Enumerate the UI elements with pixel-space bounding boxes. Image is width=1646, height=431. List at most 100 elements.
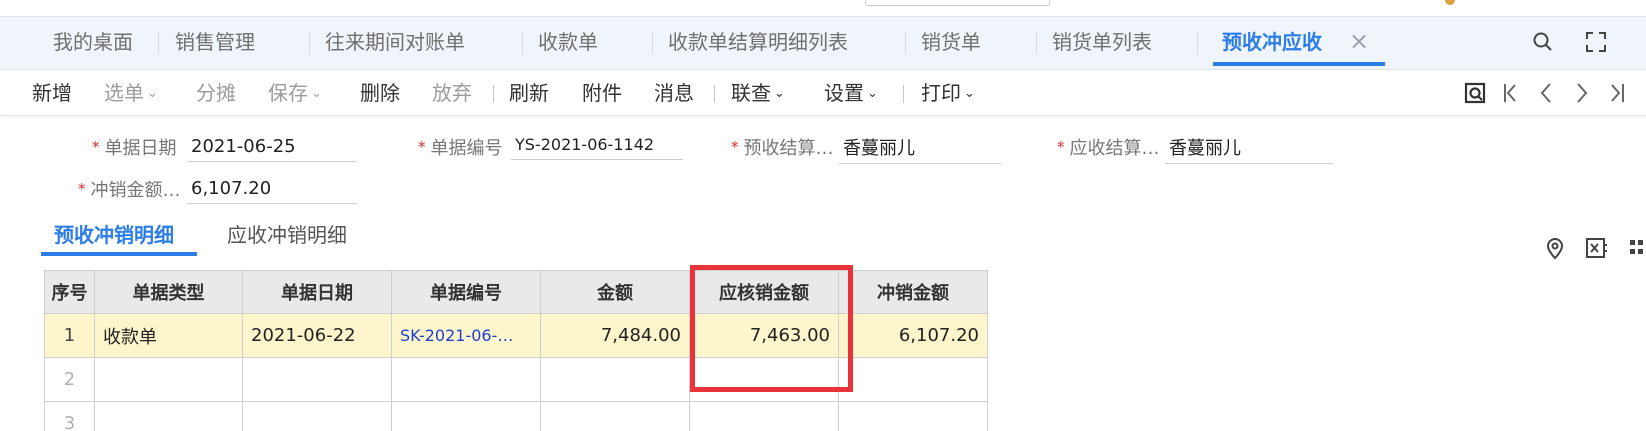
active-subtab-indicator — [41, 252, 197, 256]
tab-close-icon[interactable]: × — [1349, 27, 1369, 55]
grid-header-row: 序号 单据类型 单据日期 单据编号 金额 应核销金额 冲销金额 — [44, 270, 988, 314]
doc-no-link[interactable]: SK-2021-06-… — [391, 313, 541, 358]
column-header-doc-date[interactable]: 单据日期 — [242, 270, 392, 314]
row-index: 2 — [44, 357, 95, 402]
save-button[interactable]: 保存 ⌄ — [268, 80, 322, 107]
tab-receipt[interactable]: 收款单 — [538, 29, 598, 55]
delete-button[interactable]: 删除 — [360, 80, 400, 106]
required-mark: * — [78, 180, 86, 198]
linked-query-button[interactable]: 联查 ⌄ — [731, 80, 785, 107]
required-mark: * — [92, 138, 100, 156]
tab-prepay-writeoff-detail[interactable]: 预收冲销明细 — [54, 222, 174, 248]
writeoff-amount-field[interactable]: 6,107.20 — [187, 174, 357, 204]
receivable-settle-field[interactable]: 香蔓丽儿 — [1165, 134, 1333, 164]
doc-no-field[interactable]: YS-2021-06-1142 — [511, 130, 683, 160]
doc-no-label-text: 单据编号 — [430, 138, 503, 159]
next-record-icon[interactable] — [1573, 81, 1591, 109]
row-index: 1 — [44, 313, 95, 358]
print-button[interactable]: 打印 ⌄ — [921, 80, 975, 107]
column-header-doc-type[interactable]: 单据类型 — [94, 270, 243, 314]
amount-cell[interactable] — [540, 357, 690, 402]
table-row[interactable]: 1 收款单 2021-06-22 SK-2021-06-… 7,484.00 7… — [44, 313, 988, 358]
discard-button[interactable]: 放弃 — [432, 80, 472, 106]
due-writeoff-cell[interactable] — [689, 357, 839, 402]
column-header-doc-no[interactable]: 单据编号 — [391, 270, 541, 314]
attachment-button[interactable]: 附件 — [582, 80, 622, 106]
tab-sales-delivery-list[interactable]: 销货单列表 — [1052, 29, 1152, 55]
global-search-box[interactable] — [865, 0, 1050, 6]
doc-no-cell[interactable] — [391, 357, 541, 402]
last-record-icon[interactable] — [1608, 81, 1626, 109]
column-header-amount[interactable]: 金额 — [540, 270, 690, 314]
location-pin-icon[interactable] — [1545, 236, 1565, 264]
tab-separator — [158, 32, 159, 54]
required-mark: * — [1057, 138, 1065, 156]
amount-cell[interactable]: 7,484.00 — [540, 313, 690, 358]
previous-record-icon[interactable] — [1537, 81, 1555, 109]
tab-separator — [522, 32, 523, 54]
doc-type-cell[interactable] — [94, 357, 243, 402]
chevron-down-icon: ⌄ — [867, 86, 878, 101]
tab-receivable-writeoff-detail[interactable]: 应收冲销明细 — [227, 222, 347, 248]
table-row[interactable]: 3 — [44, 401, 988, 431]
tab-my-desktop[interactable]: 我的桌面 — [53, 29, 133, 55]
tab-sales-delivery[interactable]: 销货单 — [921, 29, 981, 55]
prepay-settle-field[interactable]: 香蔓丽儿 — [839, 134, 1001, 164]
fullscreen-icon[interactable] — [1585, 31, 1607, 57]
column-settings-icon[interactable] — [1628, 236, 1646, 264]
print-label: 打印 — [921, 81, 961, 105]
chevron-down-icon: ⌄ — [774, 86, 785, 101]
tab-sales-management[interactable]: 销售管理 — [175, 29, 255, 55]
doc-date-cell[interactable] — [242, 357, 392, 402]
doc-no-cell[interactable] — [391, 401, 541, 431]
tab-receipt-settlement-list[interactable]: 收款单结算明细列表 — [668, 29, 848, 55]
top-strip — [0, 0, 1646, 16]
toolbar-separator — [714, 85, 715, 103]
tab-separator — [652, 32, 653, 54]
settings-button[interactable]: 设置 ⌄ — [824, 80, 878, 107]
amount-cell[interactable] — [540, 401, 690, 431]
column-header-writeoff[interactable]: 冲销金额 — [838, 270, 988, 314]
allocate-button[interactable]: 分摊 — [196, 80, 236, 106]
tab-separator — [1036, 32, 1037, 54]
column-header-due-writeoff[interactable]: 应核销金额 — [689, 270, 839, 314]
tab-separator — [1197, 32, 1198, 54]
tab-bar: 我的桌面 销售管理 往来期间对账单 收款单 收款单结算明细列表 销货单 销货单列… — [0, 16, 1646, 70]
select-order-button[interactable]: 选单 ⌄ — [104, 80, 158, 107]
prepay-settle-label-text: 预收结算… — [743, 138, 834, 159]
toolbar: 新增 选单 ⌄ 分摊 保存 ⌄ 删除 放弃 刷新 附件 消息 联查 ⌄ 设置 ⌄ 打印 ⌄ — [0, 70, 1646, 116]
receivable-settle-label: * 应收结算… — [1057, 135, 1160, 161]
due-writeoff-cell[interactable] — [689, 401, 839, 431]
linked-query-label: 联查 — [731, 81, 771, 105]
writeoff-cell[interactable]: 6,107.20 — [838, 313, 988, 358]
preview-icon[interactable] — [1462, 81, 1488, 109]
tab-period-statement[interactable]: 往来期间对账单 — [325, 29, 465, 55]
receivable-settle-label-text: 应收结算… — [1069, 138, 1160, 159]
message-button[interactable]: 消息 — [654, 80, 694, 106]
add-button[interactable]: 新增 — [32, 80, 72, 106]
first-record-icon[interactable] — [1502, 81, 1520, 109]
chevron-down-icon: ⌄ — [311, 86, 322, 101]
search-icon[interactable] — [1532, 31, 1554, 57]
doc-date-cell[interactable] — [242, 401, 392, 431]
doc-date-cell[interactable]: 2021-06-22 — [242, 313, 392, 358]
writeoff-detail-grid: 序号 单据类型 单据日期 单据编号 金额 应核销金额 冲销金额 1 收款单 20… — [44, 270, 988, 431]
tab-prepay-writeoff[interactable]: 预收冲应收 — [1222, 29, 1322, 55]
toolbar-separator — [493, 85, 494, 103]
doc-date-field[interactable]: 2021-06-25 — [187, 132, 357, 162]
doc-type-cell[interactable] — [94, 401, 243, 431]
due-writeoff-cell[interactable]: 7,463.00 — [689, 313, 839, 358]
refresh-button[interactable]: 刷新 — [509, 80, 549, 106]
prepay-settle-label: * 预收结算… — [731, 135, 834, 161]
writeoff-cell[interactable] — [838, 401, 988, 431]
writeoff-amount-label-text: 冲销金额… — [90, 180, 181, 201]
toolbar-separator — [903, 85, 904, 103]
export-excel-icon[interactable] — [1585, 236, 1609, 264]
writeoff-cell[interactable] — [838, 357, 988, 402]
doc-date-label-text: 单据日期 — [104, 138, 177, 159]
column-header-index[interactable]: 序号 — [44, 270, 95, 314]
table-row[interactable]: 2 — [44, 357, 988, 402]
save-label: 保存 — [268, 81, 308, 105]
chevron-down-icon: ⌄ — [147, 86, 158, 101]
doc-type-cell[interactable]: 收款单 — [94, 313, 243, 358]
